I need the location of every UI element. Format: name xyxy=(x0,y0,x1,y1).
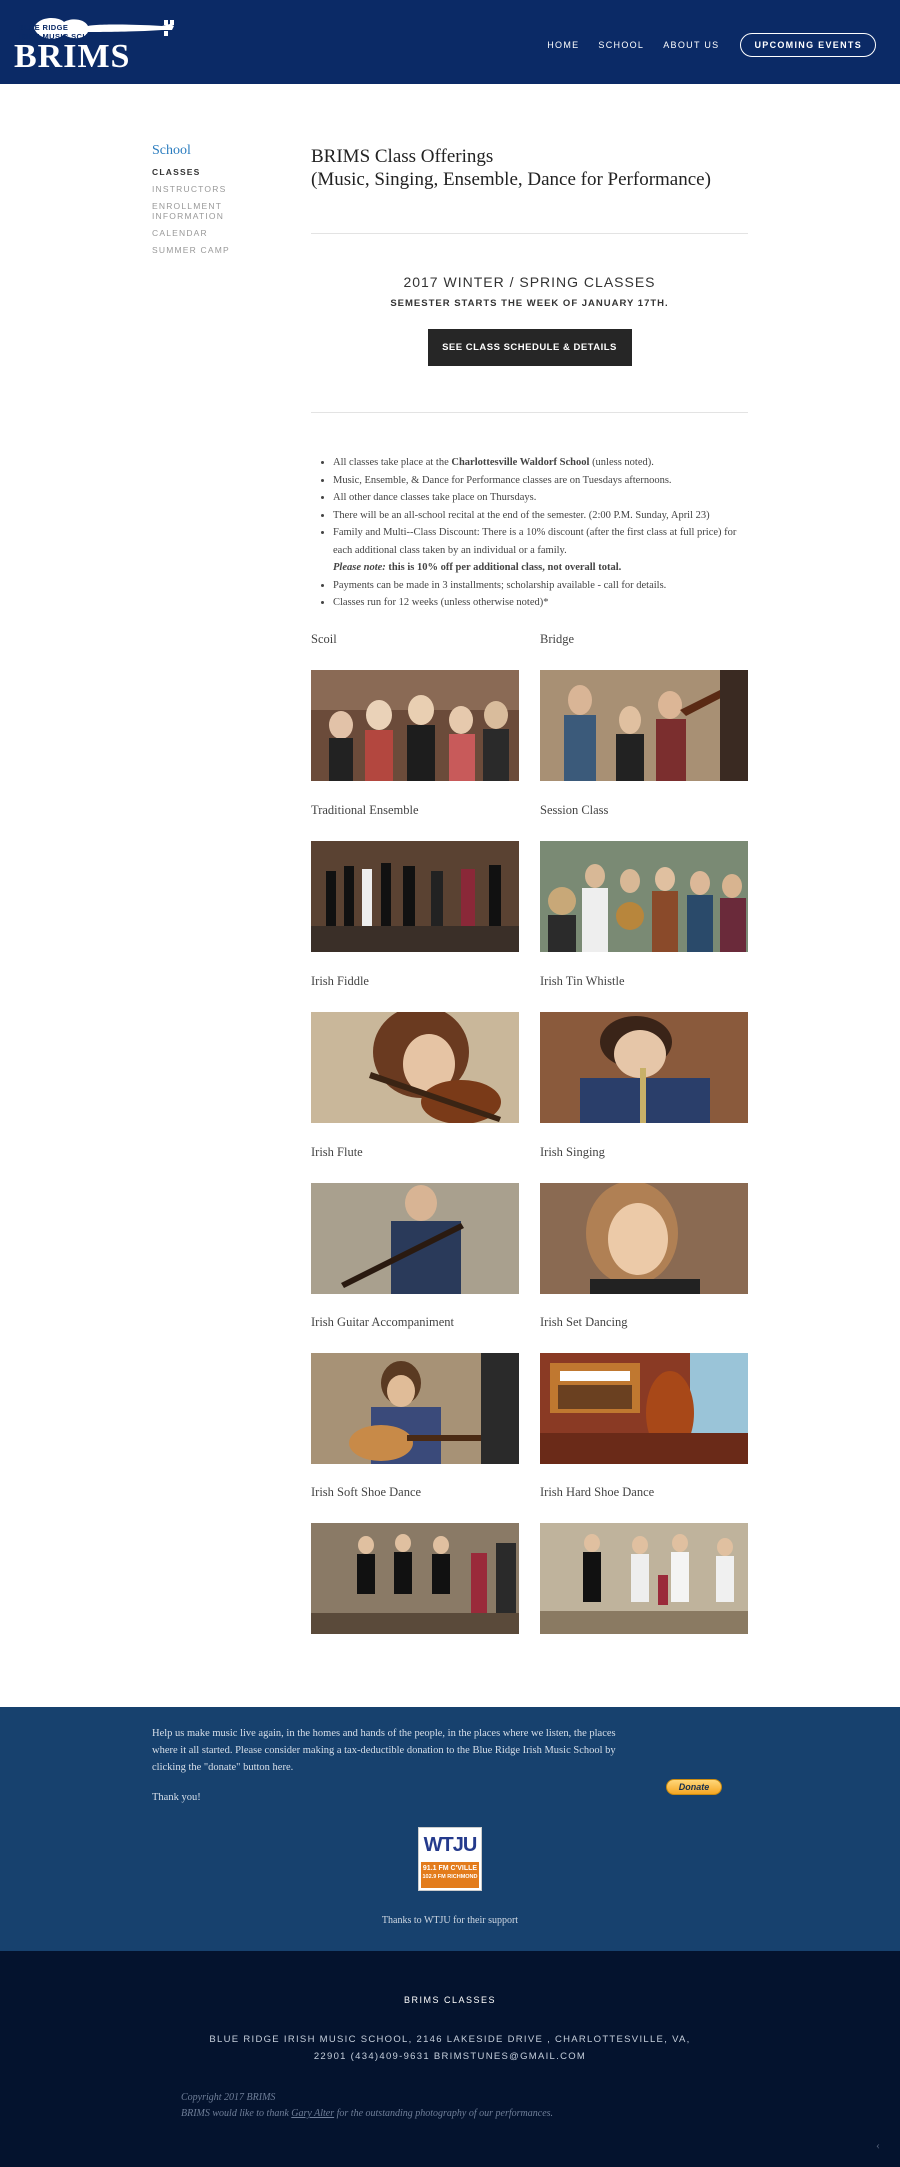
class-label: Irish Tin Whistle xyxy=(540,974,625,988)
divider xyxy=(311,412,748,413)
nav-home[interactable]: HOME xyxy=(547,40,579,50)
list-item: Classes run for 12 weeks (unless otherwi… xyxy=(333,594,753,612)
class-photo[interactable] xyxy=(311,1183,519,1294)
class-photo[interactable] xyxy=(540,841,748,952)
class-card-session-class[interactable]: Session Class xyxy=(540,803,748,952)
photo-credit: BRIMS would like to thank Gary Alter for… xyxy=(181,2108,554,2119)
class-photo[interactable] xyxy=(540,1012,748,1123)
class-label: Irish Guitar Accompaniment xyxy=(311,1315,455,1329)
class-label: Scoil xyxy=(311,632,337,646)
class-card-scoil[interactable]: Scoil xyxy=(311,632,519,781)
copyright-text: Copyright 2017 BRIMS xyxy=(181,2092,276,2103)
class-label: Irish Fiddle xyxy=(311,974,369,988)
class-photo[interactable] xyxy=(540,1183,748,1294)
back-to-top-icon[interactable]: ‹ xyxy=(876,2138,880,2153)
class-card-irish-tin-whistle[interactable]: Irish Tin Whistle xyxy=(540,974,748,1123)
class-photo[interactable] xyxy=(540,1523,748,1634)
wtju-logo-text: WTJU xyxy=(423,1834,478,1856)
sidebar-item-calendar[interactable]: CALENDAR xyxy=(152,228,292,238)
class-label: Irish Soft Shoe Dance xyxy=(311,1485,422,1499)
footer-title: BRIMS CLASSES xyxy=(403,1995,497,2005)
contact-line: 22901 (434)409-9631 BRIMSTUNES@GMAIL.COM xyxy=(313,2051,587,2062)
address-line: BLUE RIDGE IRISH MUSIC SCHOOL, 2146 LAKE… xyxy=(209,2034,691,2045)
class-photo[interactable] xyxy=(540,670,748,781)
page-subtitle: (Music, Singing, Ensemble, Dance for Per… xyxy=(311,169,711,190)
class-schedule-button[interactable]: SEE CLASS SCHEDULE & DETAILS xyxy=(427,329,632,366)
nav-about-us[interactable]: ABOUT US xyxy=(663,40,719,50)
semester-start-note: SEMESTER STARTS THE WEEK OF JANUARY 17TH… xyxy=(390,298,669,309)
wtju-logo[interactable]: WTJU 91.1 FM C'VILLE 102.9 FM RICHMOND xyxy=(418,1827,482,1891)
list-item: All other dance classes take place on Th… xyxy=(333,489,753,507)
main-nav: HOME SCHOOL ABOUT US UPCOMING EVENTS xyxy=(528,33,876,57)
class-label: Irish Set Dancing xyxy=(540,1315,628,1329)
site-header: BLUE RIDGE IRISH MUSIC SCHOOL BRIMS HOME… xyxy=(0,0,900,84)
class-label: Irish Hard Shoe Dance xyxy=(540,1485,655,1499)
class-photo[interactable] xyxy=(311,1523,519,1634)
photographer-link[interactable]: Gary Alter xyxy=(291,2108,334,2119)
class-label: Bridge xyxy=(540,632,575,646)
class-photo[interactable] xyxy=(311,1353,519,1464)
class-photo[interactable] xyxy=(311,1012,519,1123)
list-item: Music, Ensemble, & Dance for Performance… xyxy=(333,472,753,490)
class-card-irish-flute[interactable]: Irish Flute xyxy=(311,1145,519,1294)
class-photo[interactable] xyxy=(540,1353,748,1464)
class-card-irish-hard-shoe[interactable]: Irish Hard Shoe Dance xyxy=(540,1485,748,1634)
donate-button[interactable]: Donate xyxy=(666,1779,722,1795)
class-label: Irish Singing xyxy=(540,1145,605,1159)
logo-wordmark: BRIMS xyxy=(14,38,131,75)
class-photo[interactable] xyxy=(311,670,519,781)
sponsor-caption: Thanks to WTJU for their support xyxy=(381,1915,519,1926)
sidebar-item-enrollment[interactable]: ENROLLMENT INFORMATION xyxy=(152,201,232,221)
list-item: Family and Multi--Class Discount: There … xyxy=(333,524,753,559)
footer-address: BLUE RIDGE IRISH MUSIC SCHOOL, 2146 LAKE… xyxy=(0,2031,900,2065)
class-card-irish-guitar[interactable]: Irish Guitar Accompaniment xyxy=(311,1315,519,1464)
class-label: Irish Flute xyxy=(311,1145,363,1159)
class-card-traditional-ensemble[interactable]: Traditional Ensemble xyxy=(311,803,519,952)
list-item: All classes take place at the Charlottes… xyxy=(333,454,753,472)
list-item: There will be an all-school recital at t… xyxy=(333,507,753,525)
nav-school[interactable]: SCHOOL xyxy=(598,40,644,50)
class-card-irish-set-dancing[interactable]: Irish Set Dancing xyxy=(540,1315,748,1464)
site-footer: BRIMS CLASSES BLUE RIDGE IRISH MUSIC SCH… xyxy=(0,1951,900,2167)
class-card-bridge[interactable]: Bridge xyxy=(540,632,748,781)
list-item: Payments can be made in 3 installments; … xyxy=(333,577,753,595)
class-info-list: All classes take place at the Charlottes… xyxy=(333,454,753,612)
page-title-block: BRIMS Class Offerings (Music, Singing, E… xyxy=(311,145,748,191)
footer-credits: Copyright 2017 BRIMS BRIMS would like to… xyxy=(181,2090,553,2122)
donation-thanks: Thank you! xyxy=(152,1792,201,1803)
class-label: Session Class xyxy=(540,803,609,817)
wtju-logo-band: 91.1 FM C'VILLE 102.9 FM RICHMOND xyxy=(421,1862,479,1888)
page-title: BRIMS Class Offerings xyxy=(311,146,494,167)
donation-section: Help us make music live again, in the ho… xyxy=(0,1707,900,1951)
sidebar-item-summer-camp[interactable]: SUMMER CAMP xyxy=(152,245,292,255)
upcoming-events-button[interactable]: UPCOMING EVENTS xyxy=(740,33,876,57)
sidebar-item-classes[interactable]: CLASSES xyxy=(152,167,292,177)
school-sidebar: School CLASSES INSTRUCTORS ENROLLMENT IN… xyxy=(152,143,292,262)
class-photo[interactable] xyxy=(311,841,519,952)
semester-block: 2017 WINTER / SPRING CLASSES SEMESTER ST… xyxy=(311,274,748,366)
donation-text: Help us make music live again, in the ho… xyxy=(152,1728,616,1773)
divider xyxy=(311,233,748,234)
sidebar-item-instructors[interactable]: INSTRUCTORS xyxy=(152,184,292,194)
semester-heading: 2017 WINTER / SPRING CLASSES xyxy=(403,274,656,290)
class-card-irish-soft-shoe[interactable]: Irish Soft Shoe Dance xyxy=(311,1485,519,1634)
class-card-irish-singing[interactable]: Irish Singing xyxy=(540,1145,748,1294)
sidebar-title[interactable]: School xyxy=(152,143,292,159)
discount-note: Please note: this is 10% off per additio… xyxy=(333,562,622,573)
class-label: Traditional Ensemble xyxy=(311,803,419,817)
brims-logo[interactable]: BLUE RIDGE IRISH MUSIC SCHOOL BRIMS xyxy=(14,14,180,75)
class-card-irish-fiddle[interactable]: Irish Fiddle xyxy=(311,974,519,1123)
